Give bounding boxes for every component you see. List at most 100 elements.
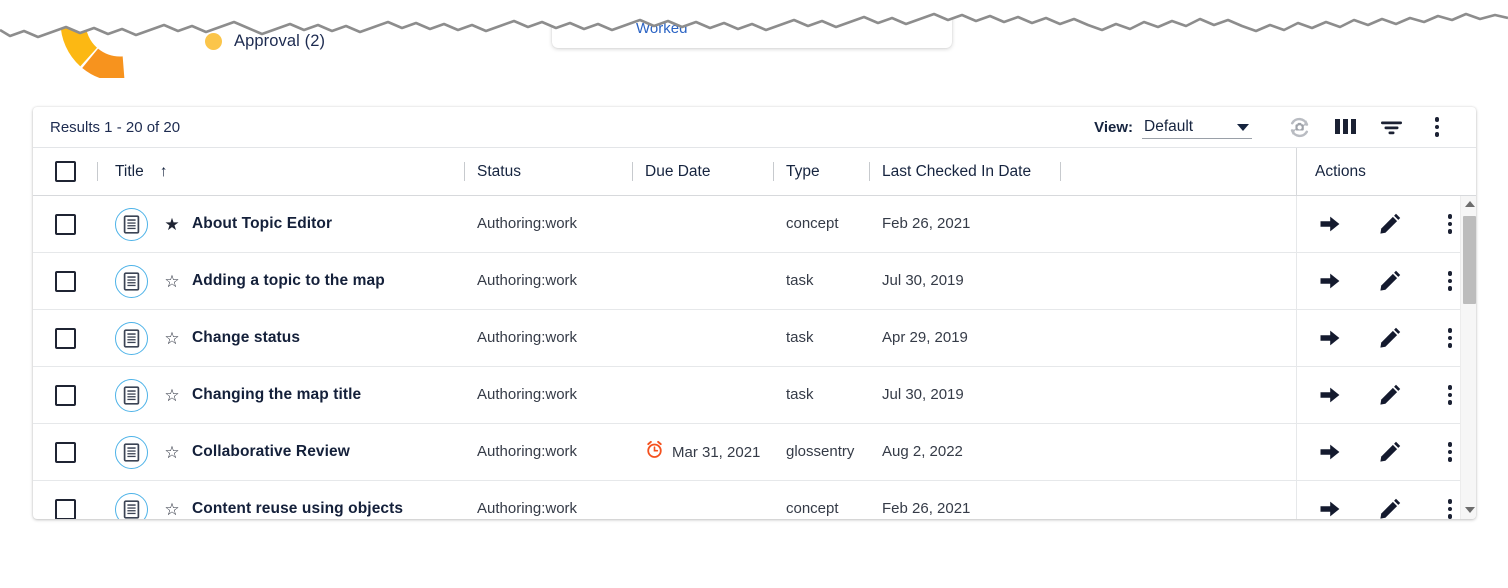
topic-document-icon-svg [123,271,140,291]
sort-ascending-icon[interactable]: ↑ [160,163,168,181]
row-last-checked-in-cell: Feb 26, 2021 [870,500,1060,518]
row-select-cell[interactable] [33,384,97,406]
row-title-cell[interactable]: ☆ Adding a topic to the map [98,264,464,298]
row-actions-cell [1296,196,1476,252]
row-select-cell[interactable] [33,498,97,519]
select-all-cell[interactable] [33,161,97,182]
go-to-icon[interactable] [1317,439,1343,465]
table-row[interactable]: ☆ Content reuse using objects Authoring:… [33,481,1476,519]
filter-icon[interactable] [1368,108,1414,146]
table-row[interactable]: ☆ Collaborative Review Authoring:work Ma… [33,424,1476,481]
row-checkbox[interactable] [54,384,76,406]
row-checkbox[interactable] [54,441,76,463]
row-checkbox[interactable] [54,213,76,235]
column-header-last-checked-in[interactable]: Last Checked In Date [870,163,1060,181]
edit-pencil-icon[interactable] [1377,382,1403,408]
favorite-star-icon[interactable]: ☆ [162,387,182,404]
row-title-text[interactable]: About Topic Editor [192,215,332,233]
row-checkbox[interactable] [54,498,76,519]
table-row[interactable]: ☆ Change status Authoring:work task Apr … [33,310,1476,367]
topic-document-icon-svg [123,385,140,405]
row-title-text[interactable]: Change status [192,329,300,347]
row-select-cell[interactable] [33,441,97,463]
topic-document-icon[interactable] [115,435,148,469]
table-row[interactable]: ☆ Changing the map title Authoring:work … [33,367,1476,424]
row-status-cell: Authoring:work [465,500,632,518]
row-last-checked-in-text: Jul 30, 2019 [882,272,964,289]
topic-document-icon[interactable] [115,264,148,298]
results-table: Title ↑ Status Due Date Type Last Checke… [33,148,1476,519]
view-select[interactable]: Default [1142,115,1252,139]
edit-pencil-icon-svg [1380,270,1401,291]
go-to-icon[interactable] [1317,268,1343,294]
row-last-checked-in-text: Feb 26, 2021 [882,215,971,232]
row-title-cell[interactable]: ★ About Topic Editor [98,207,464,241]
column-header-title[interactable]: Title ↑ [98,163,464,181]
row-select-cell[interactable] [33,213,97,235]
favorite-star-icon[interactable]: ☆ [162,501,182,518]
legend-item-label: Approval (2) [234,32,326,50]
column-header-status[interactable]: Status [465,163,632,181]
topic-document-icon[interactable] [115,378,148,412]
row-title-cell[interactable]: ☆ Changing the map title [98,378,464,412]
column-header-type[interactable]: Type [774,163,869,181]
row-type-text: task [786,272,814,289]
row-checkbox[interactable] [54,327,76,349]
topic-document-icon[interactable] [115,207,148,241]
topic-document-icon-svg [123,328,140,348]
go-to-icon[interactable] [1317,325,1343,351]
scrollbar-thumb[interactable] [1463,216,1476,304]
go-to-icon-svg [1320,501,1340,517]
columns-icon[interactable] [1322,108,1368,146]
edit-pencil-icon[interactable] [1377,211,1403,237]
row-more-options-glyph [1447,440,1453,463]
go-to-icon[interactable] [1317,382,1343,408]
row-last-checked-in-cell: Jul 30, 2019 [870,386,1060,404]
edit-pencil-icon[interactable] [1377,268,1403,294]
row-title-text[interactable]: Adding a topic to the map [192,272,385,290]
refresh-icon[interactable] [1276,108,1322,146]
filter-icon-svg [1380,121,1402,135]
row-status-text: Authoring:work [477,215,578,232]
results-panel: Results 1 - 20 of 20 View: Default Title… [33,107,1476,519]
favorite-star-icon[interactable]: ☆ [162,444,182,461]
topic-document-icon-svg [123,442,140,462]
go-to-icon[interactable] [1317,496,1343,519]
more-options-icon[interactable] [1414,108,1460,146]
row-title-cell[interactable]: ☆ Collaborative Review [98,435,464,469]
table-header-row: Title ↑ Status Due Date Type Last Checke… [33,148,1476,196]
favorite-star-icon[interactable]: ☆ [162,273,182,290]
row-type-cell: task [774,329,869,347]
row-select-cell[interactable] [33,270,97,292]
row-select-cell[interactable] [33,327,97,349]
edit-pencil-icon[interactable] [1377,325,1403,351]
legend-item-approval[interactable]: Approval (2) [205,32,325,51]
column-header-due-date[interactable]: Due Date [633,163,773,181]
favorite-star-icon[interactable]: ☆ [162,330,182,347]
more-options-glyph [1434,115,1440,138]
table-row[interactable]: ★ About Topic Editor Authoring:work conc… [33,196,1476,253]
row-title-text[interactable]: Collaborative Review [192,443,350,461]
go-to-icon-svg [1320,273,1340,289]
table-body: ★ About Topic Editor Authoring:work conc… [33,196,1476,519]
edit-pencil-icon[interactable] [1377,439,1403,465]
favorite-star-icon[interactable]: ★ [162,216,182,233]
table-scrollbar[interactable] [1460,196,1476,519]
secondary-widget-card[interactable]: Worked [552,0,952,48]
edit-pencil-icon[interactable] [1377,496,1403,519]
row-title-cell[interactable]: ☆ Change status [98,321,464,355]
topic-document-icon[interactable] [115,321,148,355]
status-donut-chart[interactable] [54,0,186,78]
secondary-widget-title: Worked [636,20,688,37]
select-all-checkbox[interactable] [54,161,76,182]
row-type-cell: task [774,386,869,404]
go-to-icon[interactable] [1317,211,1343,237]
row-title-text[interactable]: Changing the map title [192,386,361,404]
row-checkbox[interactable] [54,270,76,292]
table-row[interactable]: ☆ Adding a topic to the map Authoring:wo… [33,253,1476,310]
row-title-text[interactable]: Content reuse using objects [192,500,403,518]
row-title-cell[interactable]: ☆ Content reuse using objects [98,492,464,519]
scroll-down-arrow-icon[interactable] [1465,507,1475,513]
scroll-up-arrow-icon[interactable] [1465,201,1475,207]
topic-document-icon[interactable] [115,492,148,519]
